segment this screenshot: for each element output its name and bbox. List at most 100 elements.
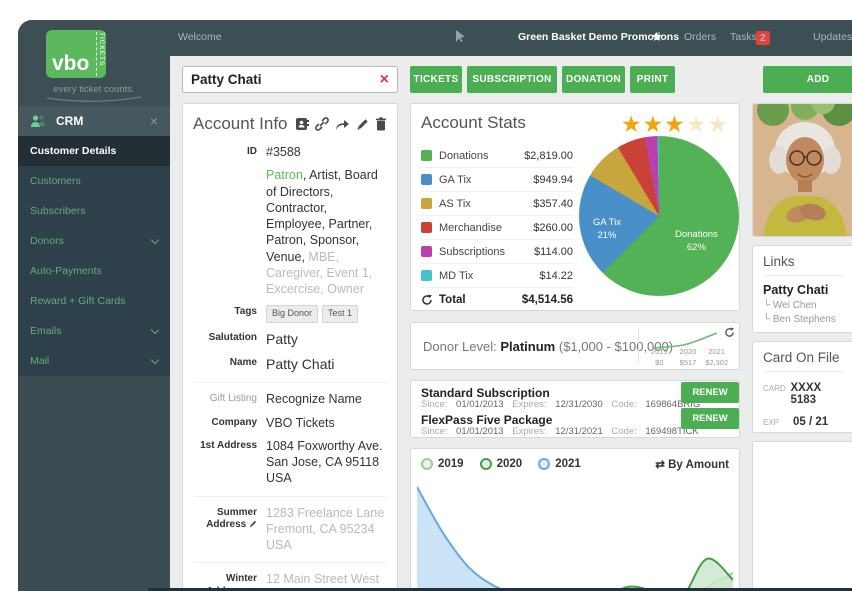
id-value: #3588 [257,144,387,160]
sidebar-item-label: Mail [30,355,49,367]
tickets-button[interactable]: TICKETS [410,66,462,93]
card-label: CARD [763,384,791,393]
sidebar-item-donors[interactable]: Donors [18,226,170,256]
linked-primary-contact[interactable]: Patty Chati [763,283,845,297]
company-label: Company [193,415,257,431]
merchandise-swatch [421,222,432,233]
star-icon[interactable]: ★ [686,111,708,137]
account-stats-pie-chart: GA Tix 21% Donations 62% [579,136,739,296]
card-number-value: XXXX 5183 [791,382,846,406]
tick-value: $0 [655,358,663,367]
activity-area-chart [417,477,733,591]
tasks-link[interactable]: Tasks [730,31,757,43]
donor-level-label: Donor Level: [423,339,497,354]
name-label: Name [193,355,257,373]
md-tix-swatch [421,270,432,281]
donor-level-tier: Platinum [500,339,555,354]
sidebar-item-subscribers[interactable]: Subscribers [18,196,170,226]
subscription-button[interactable]: SUBSCRIPTION [467,66,557,93]
since-label: Since: [421,426,447,437]
search-input[interactable] [191,72,380,87]
legend-amount: $2,819.00 [524,150,573,162]
legend-year: 2021 [555,458,581,470]
as-tix-swatch [421,198,432,209]
delete-icon[interactable] [375,117,387,131]
linked-contact[interactable]: └ Wei Chen [763,300,845,311]
sidebar-item-label: Reward + Gift Cards [30,295,125,307]
share-icon[interactable] [335,118,350,131]
refresh-icon[interactable] [724,327,735,338]
legend-2020[interactable]: 2020 [480,458,523,470]
customer-photo[interactable] [752,103,852,237]
tree-elbow-icon: └ [763,314,770,325]
clear-search-icon[interactable]: × [380,71,389,89]
crm-section-header: CRM × [18,106,170,136]
star-icon[interactable]: ★ [707,111,729,137]
legend-year: 2019 [438,458,464,470]
address-line: San Jose, CA 95118 [266,454,387,470]
tag-chip[interactable]: Test 1 [322,305,358,323]
salutation-label: Salutation [193,330,257,348]
legend-label: Subscriptions [439,246,534,258]
chevron-down-icon [151,355,159,363]
tags-value: Big DonorTest 1 [257,304,387,323]
tagline-swoosh [39,96,149,104]
sidebar-item-customers[interactable]: Customers [18,166,170,196]
print-button[interactable]: PRINT [630,66,675,93]
sidebar-menu: Customer Details Customers Subscribers D… [18,136,170,376]
edit-icon[interactable] [249,520,257,528]
favorite-star-icon[interactable]: ★ [651,29,663,45]
close-icon[interactable]: × [150,113,158,129]
code-label: Code: [611,399,636,410]
tagline: every ticket counts. [18,84,170,104]
donation-button[interactable]: DONATION [562,66,625,93]
linked-contact[interactable]: └ Ben Stephens [763,314,845,325]
ga-tix-swatch [421,174,432,185]
renew-button[interactable]: RENEW [681,382,739,403]
donations-swatch [421,150,432,161]
legend-circle-2019 [421,458,433,470]
tag-chip[interactable]: Big Donor [266,305,318,323]
legend-row: Merchandise $260.00 [421,216,573,240]
updates-link[interactable]: Updates [813,31,852,43]
star-icon[interactable]: ★ [643,111,665,137]
refresh-icon[interactable] [421,294,433,306]
star-icon[interactable]: ★ [664,111,686,137]
edit-icon[interactable] [356,118,369,131]
stats-legend: Donations $2,819.00 GA Tix $949.94 AS Ti… [421,144,573,312]
address-line: USA [266,470,387,486]
welcome-label: Welcome [178,31,222,43]
additional-panel [752,441,852,591]
legend-row: MD Tix $14.22 [421,264,573,288]
orders-link[interactable]: Orders [684,31,716,43]
star-icon[interactable]: ★ [621,111,643,137]
add-button[interactable]: ADD [763,66,852,93]
name-value: Patty Chati [257,355,387,373]
sidebar-item-mail[interactable]: Mail [18,346,170,376]
sidebar-item-label: Donors [30,235,64,247]
sidebar-item-emails[interactable]: Emails [18,316,170,346]
legend-amount: $260.00 [533,222,573,234]
by-amount-toggle[interactable]: ⇄ By Amount [655,457,729,471]
exp-label: EXP [763,418,793,427]
legend-2021[interactable]: 2021 [538,458,581,470]
salutation-value: Patty [257,330,387,348]
vbo-logo[interactable]: vbo TICKETS [46,30,106,78]
legend-row: Donations $2,819.00 [421,144,573,168]
legend-2019[interactable]: 2019 [421,458,464,470]
legend-row: GA Tix $949.94 [421,168,573,192]
tree-elbow-icon: └ [763,300,770,311]
portrait-image [753,104,852,237]
sidebar-item-reward-gift-cards[interactable]: Reward + Gift Cards [18,286,170,316]
link-icon[interactable] [315,117,329,131]
contact-card-icon[interactable] [295,117,309,131]
legend-amount: $949.94 [533,174,573,186]
renew-button[interactable]: RENEW [681,408,739,429]
pie-label-text: Donations [675,228,718,241]
sidebar-item-auto-payments[interactable]: Auto-Payments [18,256,170,286]
address-line: 12 Main Street West [266,571,387,587]
app-window: Welcome Green Basket Demo Promotions ★ O… [18,20,852,591]
card-exp-row: EXP 05 / 21 [763,416,845,428]
sidebar-item-customer-details[interactable]: Customer Details [18,136,170,166]
linked-contact-name: Wei Chen [773,300,817,311]
